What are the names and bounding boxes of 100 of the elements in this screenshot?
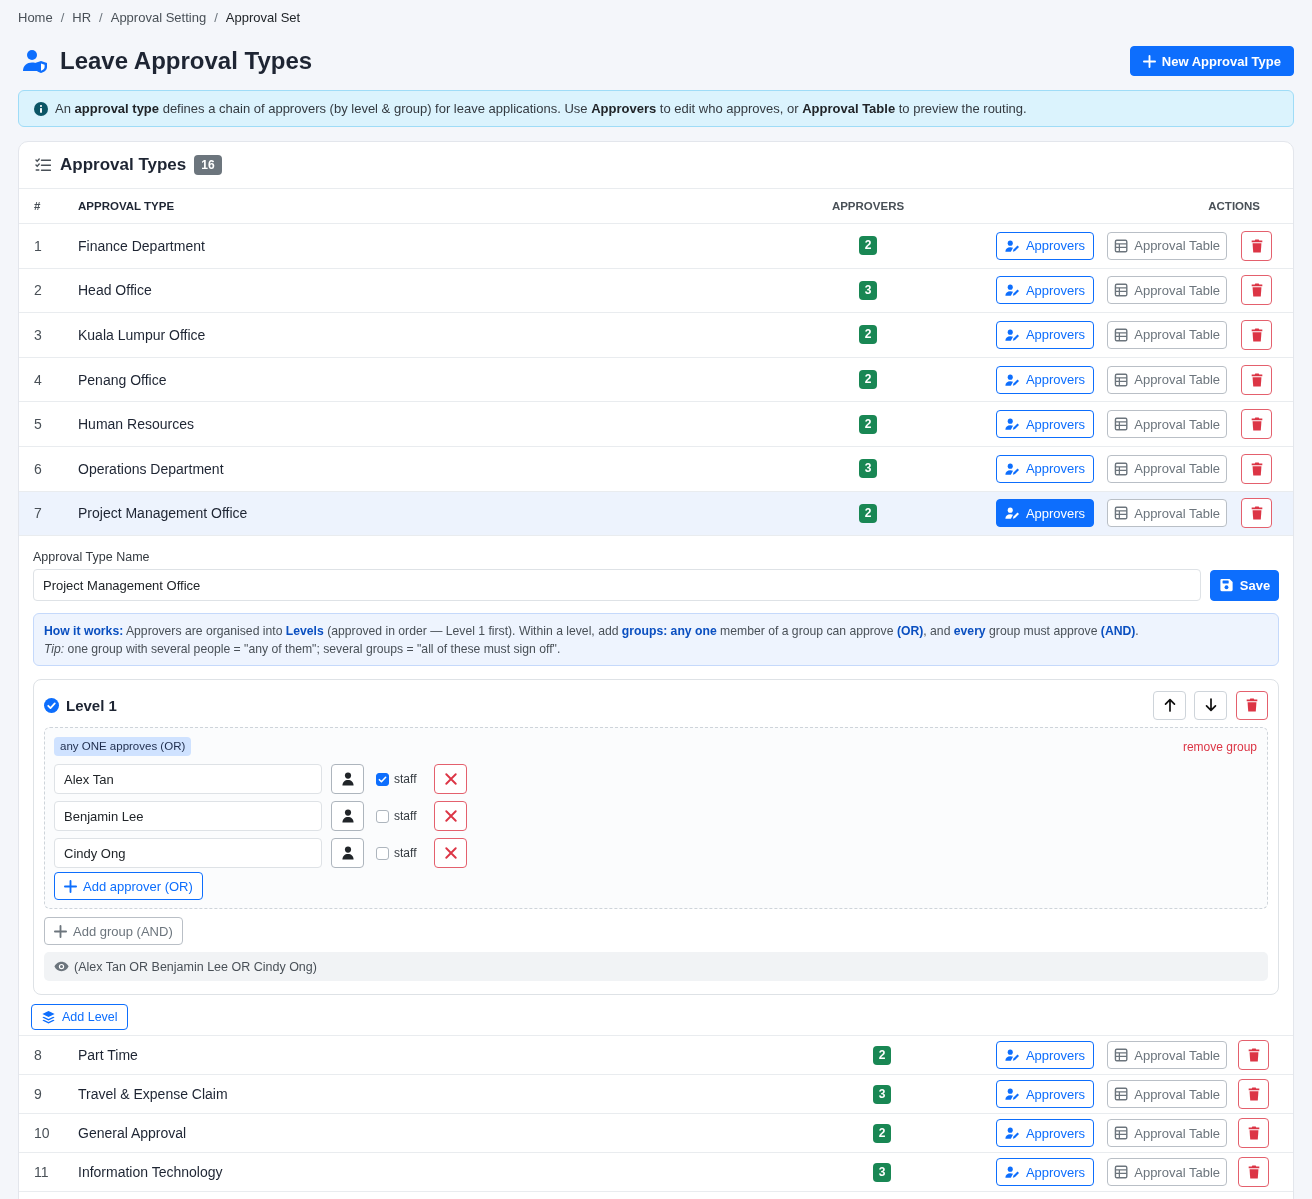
person-pen-icon — [1004, 328, 1020, 342]
close-icon — [444, 847, 457, 860]
approval-table-button[interactable]: Approval Table — [1107, 1041, 1227, 1070]
approval-type-name: Part Time — [78, 1047, 139, 1064]
delete-button[interactable] — [1241, 275, 1272, 306]
approval-table-button[interactable]: Approval Table — [1107, 231, 1227, 260]
approvers-button[interactable]: Approvers — [996, 410, 1094, 439]
pick-person-button[interactable] — [331, 838, 364, 869]
table-icon — [1114, 461, 1129, 476]
delete-button[interactable] — [1238, 1157, 1269, 1188]
approver-input[interactable]: Alex Tan — [54, 764, 322, 795]
table-row[interactable]: 7 Project Management Office 2 Approvers Approval Table — [19, 491, 1293, 537]
table-row[interactable]: 6 Operations Department 3 Approvers Approval Table — [19, 446, 1293, 492]
delete-level-button[interactable] — [1236, 690, 1268, 720]
pick-person-button[interactable] — [331, 764, 364, 795]
row-number: 4 — [34, 371, 43, 388]
table-row[interactable]: 5 Human Resources 2 Approvers Approval Table — [19, 402, 1293, 447]
approval-table-button[interactable]: Approval Table — [1107, 499, 1227, 528]
field-label: Approval Type Name — [33, 550, 151, 566]
row-number: 9 — [34, 1086, 43, 1103]
table-row[interactable]: 3 Kuala Lumpur Office 2 Approvers Approval Table — [19, 313, 1293, 358]
approver-count-badge: 2 — [858, 236, 878, 256]
delete-button[interactable] — [1241, 320, 1272, 350]
approval-type-name: Human Resources — [78, 416, 195, 433]
remove-approver-button[interactable] — [434, 764, 468, 795]
approvers-button[interactable]: Approvers — [996, 231, 1094, 260]
table-icon — [1114, 506, 1129, 521]
remove-approver-button[interactable] — [434, 838, 468, 869]
approver-input[interactable]: Cindy Ong — [54, 838, 322, 869]
approvers-button[interactable]: Approvers — [996, 321, 1094, 349]
checkbox-label: staff — [394, 772, 417, 787]
table-row[interactable]: 11 Information Technology 3 Approvers Approval Table — [19, 1153, 1293, 1193]
staff-checkbox[interactable] — [376, 772, 389, 786]
approver-count-badge: 3 — [858, 459, 878, 479]
approval-table-button[interactable]: Approval Table — [1107, 454, 1227, 483]
approval-type-name: Project Management Office — [78, 505, 249, 522]
approval-type-name: Information Technology — [78, 1164, 224, 1181]
add-level-button[interactable]: Add Level — [31, 1004, 128, 1031]
eye-icon — [54, 961, 69, 973]
remove-group-link[interactable]: remove group — [1182, 739, 1257, 754]
table-row[interactable]: 10 General Approval 2 Approvers Approval Table — [19, 1114, 1293, 1154]
help-text: How it works: Approvers are organised into Levels (approved in order — Level 1 first). Within a level, add groups: any one member of a group can approve (OR), and every group must approve (AND). — [44, 623, 1140, 641]
approvers-button[interactable]: Approvers — [996, 1080, 1094, 1109]
breadcrumb-link[interactable]: Home — [18, 9, 53, 26]
new-approval-type-button[interactable]: New Approval Type — [1129, 46, 1294, 76]
table-icon — [1114, 1087, 1129, 1102]
delete-button[interactable] — [1241, 230, 1272, 261]
staff-checkbox[interactable] — [376, 846, 389, 860]
approval-table-button[interactable]: Approval Table — [1107, 321, 1227, 349]
breadcrumb-link[interactable]: Approval Setting — [110, 9, 207, 26]
approval-table-button[interactable]: Approval Table — [1107, 410, 1227, 439]
table-row[interactable]: 8 Part Time 2 Approvers Approval Table — [19, 1036, 1293, 1076]
arrow-down-icon — [1204, 698, 1217, 713]
table-row[interactable]: 4 Penang Office 2 Approvers Approval Table — [19, 357, 1293, 403]
person-pen-icon — [1004, 461, 1020, 476]
plus-icon — [54, 924, 67, 938]
approvers-button[interactable]: Approvers — [996, 365, 1094, 394]
add-group-button[interactable]: Add group (AND) — [44, 917, 183, 946]
trash-icon — [1247, 1048, 1260, 1063]
staff-checkbox[interactable] — [376, 809, 389, 823]
move-up-button[interactable] — [1153, 690, 1186, 720]
table-row[interactable]: 1 Finance Department 2 Approvers Approval Table — [19, 224, 1293, 269]
approval-table-button[interactable]: Approval Table — [1107, 1080, 1227, 1109]
arrow-up-icon — [1163, 698, 1176, 713]
delete-button[interactable] — [1241, 409, 1272, 440]
approver-input[interactable]: Benjamin Lee — [54, 801, 322, 832]
remove-approver-button[interactable] — [434, 801, 468, 832]
breadcrumb-separator: / — [99, 9, 103, 26]
info-text: An approval type defines a chain of approvers (by level & group) for leave applications. Use Approvers to edit who approves, or Approval Table to preview the routing. — [55, 101, 1027, 116]
move-down-button[interactable] — [1194, 690, 1227, 720]
approvers-button[interactable]: Approvers — [996, 1041, 1094, 1070]
table-row[interactable]: 9 Travel & Expense Claim 3 Approvers Approval Table — [19, 1075, 1293, 1115]
delete-button[interactable] — [1238, 1118, 1269, 1149]
row-number: 3 — [34, 327, 43, 343]
save-button[interactable]: Save — [1210, 569, 1279, 601]
approval-table-button[interactable]: Approval Table — [1107, 365, 1227, 394]
name-input[interactable]: Project Management Office — [33, 569, 1201, 602]
person-shield-icon — [22, 49, 48, 73]
rule-preview-text: (Alex Tan OR Benjamin Lee OR Cindy Ong) — [74, 959, 317, 974]
approvers-button[interactable]: Approvers — [996, 1119, 1094, 1148]
delete-button[interactable] — [1238, 1079, 1269, 1110]
approvers-button[interactable]: Approvers — [996, 276, 1094, 305]
approvers-button[interactable]: Approvers — [996, 1158, 1094, 1187]
approval-table-button[interactable]: Approval Table — [1107, 1119, 1227, 1148]
delete-button[interactable] — [1241, 364, 1272, 395]
approval-table-button[interactable]: Approval Table — [1107, 1158, 1227, 1187]
column-header: ACTIONS — [1208, 200, 1260, 212]
approver-count-badge: 3 — [872, 1084, 892, 1104]
delete-button[interactable] — [1241, 498, 1272, 529]
row-number: 11 — [34, 1164, 50, 1181]
approvers-button[interactable]: Approvers — [996, 499, 1094, 528]
approval-table-button[interactable]: Approval Table — [1107, 276, 1227, 305]
delete-button[interactable] — [1238, 1040, 1269, 1071]
approvers-button[interactable]: Approvers — [996, 454, 1094, 483]
breadcrumb-link[interactable]: HR — [72, 9, 92, 26]
add-approver-button[interactable]: Add approver (OR) — [54, 872, 203, 901]
checkbox-label: staff — [394, 809, 417, 824]
delete-button[interactable] — [1241, 453, 1272, 484]
table-row[interactable]: 2 Head Office 3 Approvers Approval Table — [19, 268, 1293, 314]
pick-person-button[interactable] — [331, 801, 364, 832]
